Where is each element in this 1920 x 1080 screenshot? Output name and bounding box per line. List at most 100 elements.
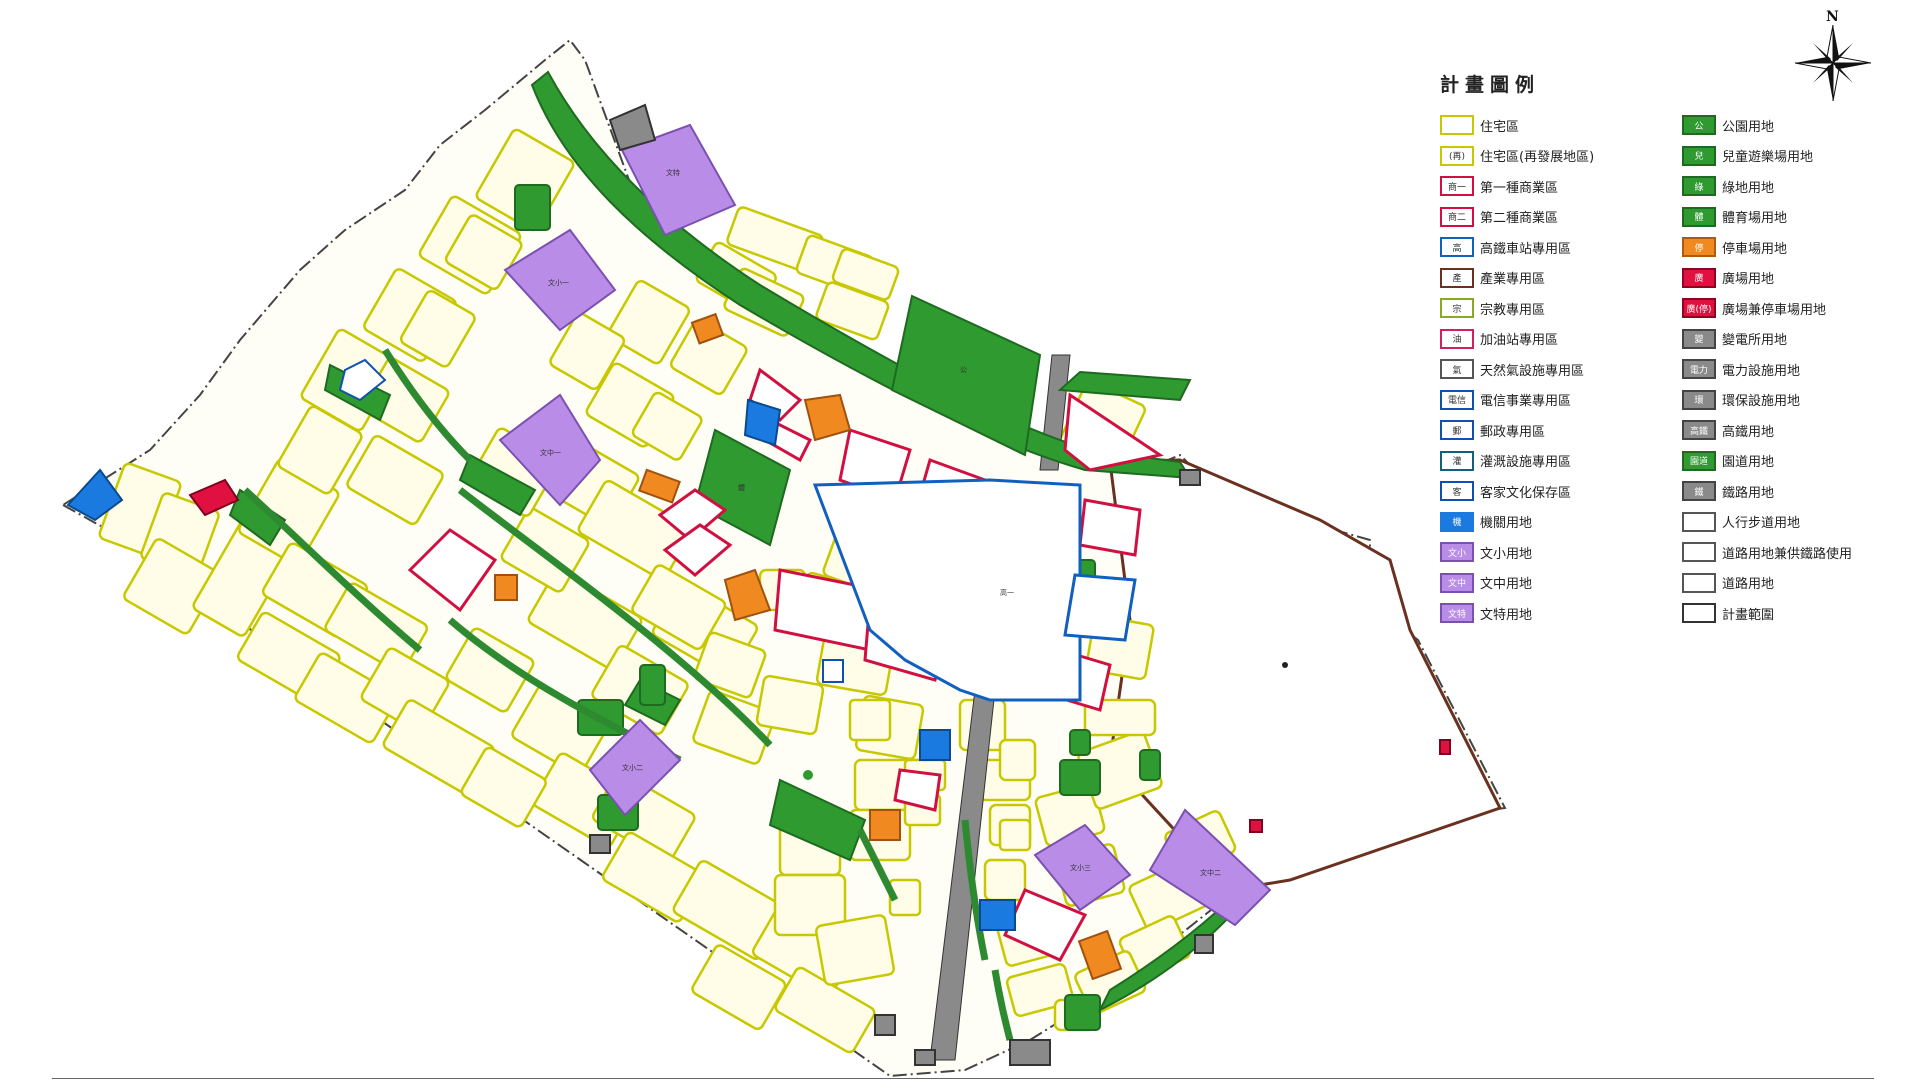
label-school-1: 文小一	[548, 278, 569, 287]
map-legend: 計畫圖例 住宅區 (再) 住宅區(再發展地區) 商一 第一種商業區 商二 第二種商業區高高鐵…	[1440, 70, 1910, 630]
legend-item: 綠綠地用地	[1682, 171, 1917, 202]
legend-swatch: 廣(停)	[1682, 298, 1716, 319]
legend-item: 產產業專用區	[1440, 263, 1675, 294]
label-station-zone: 高一	[1000, 588, 1014, 597]
label-school-3: 文小二	[622, 763, 643, 772]
legend-item: 廣(停) 廣場兼停車場用地	[1682, 293, 1917, 324]
legend-item: 氣天然氣設施專用區	[1440, 354, 1675, 385]
legend-item: 鐵鐵路用地	[1682, 476, 1917, 507]
legend-item: 停停車場用地	[1682, 232, 1917, 263]
bottom-rule	[52, 1078, 1874, 1079]
label-school-4: 文小三	[1070, 863, 1091, 872]
legend-swatch: 電信	[1440, 389, 1474, 410]
legend-swatch: 兒	[1682, 145, 1716, 166]
legend-label: 第一種商業區	[1480, 180, 1559, 196]
legend-item: 商一 第一種商業區	[1440, 171, 1675, 202]
legend-swatch: 變	[1682, 328, 1716, 349]
legend-item: 文中 文中用地	[1440, 568, 1675, 599]
legend-label: 變電所用地	[1722, 333, 1788, 349]
legend-swatch: 綠	[1682, 176, 1716, 197]
legend-swatch: 文中	[1440, 572, 1474, 593]
legend-label: 體育場用地	[1722, 211, 1788, 227]
legend-label: 人行步道用地	[1722, 516, 1801, 532]
legend-swatch: 電力	[1682, 359, 1716, 380]
legend-label: 園道用地	[1722, 455, 1775, 471]
legend-item: 電力 電力設施用地	[1682, 354, 1917, 385]
legend-label: 文中用地	[1480, 577, 1533, 593]
legend-item: 道路用地	[1682, 568, 1917, 599]
legend-swatch: 商一	[1440, 176, 1474, 197]
legend-item: 道路用地兼供鐵路使用	[1682, 537, 1917, 568]
legend-label: 計畫範圍	[1722, 607, 1775, 623]
legend-swatch: 園道	[1682, 450, 1716, 471]
legend-item: 體體育場用地	[1682, 202, 1917, 233]
legend-item: 文小 文小用地	[1440, 537, 1675, 568]
legend-label: 廣場兼停車場用地	[1722, 302, 1827, 318]
label-sports: 體	[738, 483, 745, 492]
legend-item: 園道 園道用地	[1682, 446, 1917, 477]
legend-item: 高鐵 高鐵用地	[1682, 415, 1917, 446]
legend-label: 環保設施用地	[1722, 394, 1801, 410]
north-label: N	[1826, 9, 1839, 25]
legend-swatch	[1440, 115, 1474, 136]
legend-label: 文小用地	[1480, 546, 1533, 562]
legend-label: 鐵路用地	[1722, 485, 1775, 501]
legend-swatch: (再)	[1440, 145, 1474, 166]
legend-label: 兒童遊樂場用地	[1722, 150, 1814, 166]
legend-label: 廣場用地	[1722, 272, 1775, 288]
legend-swatch: 機	[1440, 511, 1474, 532]
legend-item: 兒兒童遊樂場用地	[1682, 141, 1917, 172]
legend-swatch	[1682, 542, 1716, 563]
label-culture-school: 文特	[666, 168, 680, 177]
legend-swatch: 高鐵	[1682, 420, 1716, 441]
legend-swatch: 文特	[1440, 603, 1474, 624]
legend-item: 油加油站專用區	[1440, 324, 1675, 355]
legend-swatch: 廣	[1682, 267, 1716, 288]
legend-item: 公公園用地	[1682, 110, 1917, 141]
legend-item: 文特 文特用地	[1440, 598, 1675, 629]
legend-item: 環環保設施用地	[1682, 385, 1917, 416]
legend-swatch: 文小	[1440, 542, 1474, 563]
legend-label: 第二種商業區	[1480, 211, 1559, 227]
label-park: 公	[960, 366, 967, 374]
legend-swatch: 公	[1682, 115, 1716, 136]
legend-swatch: 客	[1440, 481, 1474, 502]
legend-label: 客家文化保存區	[1480, 485, 1572, 501]
legend-label: 道路用地	[1722, 577, 1775, 593]
legend-label: 文特用地	[1480, 607, 1533, 623]
legend-item: 灌灌溉設施專用區	[1440, 446, 1675, 477]
legend-item: 人行步道用地	[1682, 507, 1917, 538]
legend-swatch	[1682, 572, 1716, 593]
legend-label: 公園用地	[1722, 119, 1775, 135]
legend-label: 住宅區	[1480, 119, 1520, 135]
legend-swatch: 氣	[1440, 359, 1474, 380]
legend-item: 電信 電信事業專用區	[1440, 385, 1675, 416]
legend-swatch: 郵	[1440, 420, 1474, 441]
legend-swatch: 停	[1682, 237, 1716, 258]
legend-label: 高鐵車站專用區	[1480, 241, 1572, 257]
legend-item: 客客家文化保存區	[1440, 476, 1675, 507]
legend-swatch: 宗	[1440, 298, 1474, 319]
legend-swatch: 鐵	[1682, 481, 1716, 502]
legend-label: 住宅區(再發展地區)	[1480, 150, 1595, 166]
legend-item: 郵郵政專用區	[1440, 415, 1675, 446]
legend-swatch: 油	[1440, 328, 1474, 349]
legend-swatch: 體	[1682, 206, 1716, 227]
label-school-2: 文中一	[540, 448, 561, 457]
legend-label: 電力設施用地	[1722, 363, 1801, 379]
legend-swatch: 產	[1440, 267, 1474, 288]
legend-label: 加油站專用區	[1480, 333, 1559, 349]
legend-label: 機關用地	[1480, 516, 1533, 532]
legend-item: 計畫範圍	[1682, 598, 1917, 629]
legend-swatch: 環	[1682, 389, 1716, 410]
legend-label: 高鐵用地	[1722, 424, 1775, 440]
legend-label: 宗教專用區	[1480, 302, 1546, 318]
legend-title: 計畫圖例	[1440, 74, 1541, 96]
legend-item: 變變電所用地	[1682, 324, 1917, 355]
legend-item: (再) 住宅區(再發展地區)	[1440, 141, 1675, 172]
legend-label: 灌溉設施專用區	[1480, 455, 1572, 471]
legend-swatch: 高	[1440, 237, 1474, 258]
legend-label: 道路用地兼供鐵路使用	[1722, 546, 1853, 562]
legend-swatch	[1682, 603, 1716, 624]
legend-item: 機機關用地	[1440, 507, 1675, 538]
